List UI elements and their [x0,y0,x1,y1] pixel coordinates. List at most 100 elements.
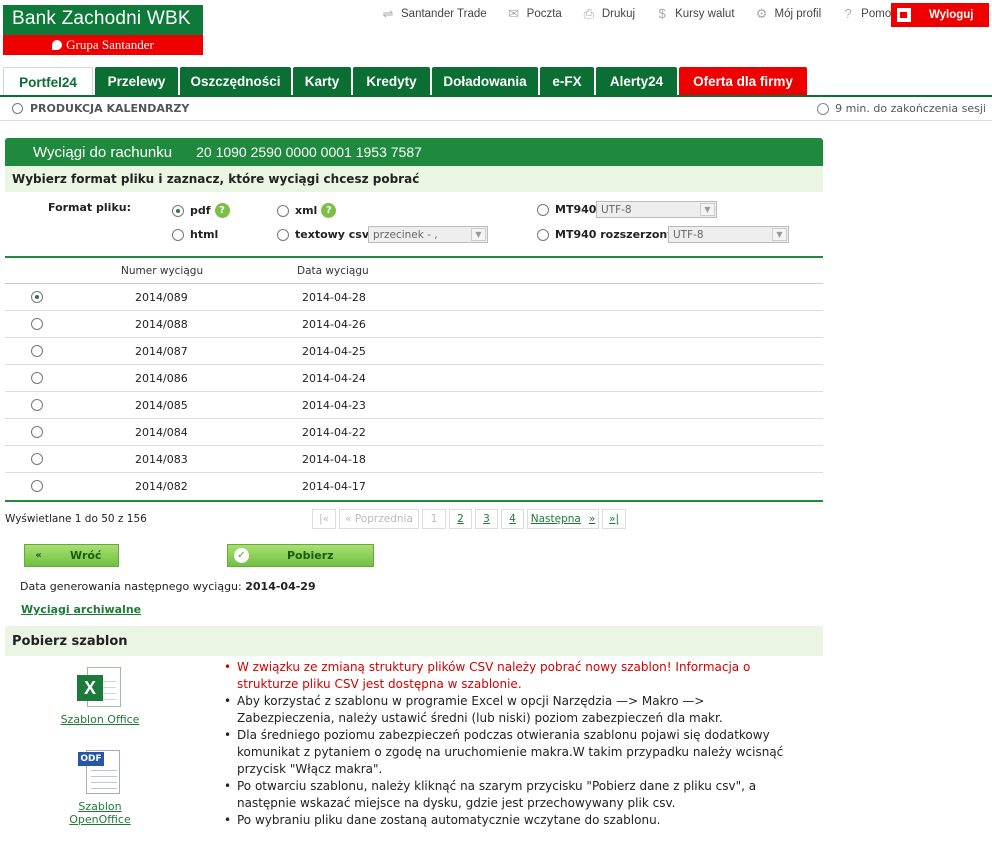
format-xml-option[interactable]: xml? [277,203,337,218]
help-icon[interactable]: ? [321,203,337,218]
row-radio[interactable] [31,426,43,438]
currency-link[interactable]: $ Kursy walut [654,7,734,20]
tab-doladowania[interactable]: Doładowania [432,67,538,96]
table-row[interactable]: 2014/087 2014-04-25 [5,338,823,365]
format-html-radio[interactable] [172,228,184,241]
openoffice-template-link[interactable]: ODF Szablon OpenOffice [48,748,152,826]
session-timer: 9 min. do zakończenia sesji [817,102,986,115]
chevron-down-icon: ▼ [700,203,715,216]
row-radio[interactable] [31,345,43,357]
row-radio[interactable] [31,372,43,384]
last-page-button[interactable]: »| [602,509,626,529]
statement-date: 2014-04-23 [302,399,366,412]
back-button[interactable]: «Wróć [24,544,119,567]
table-row[interactable]: 2014/083 2014-04-18 [5,446,823,473]
office-template-link[interactable]: X Szablon Office [60,665,140,726]
check-icon: ✓ [234,548,249,563]
format-xml-radio[interactable] [277,204,289,217]
pagination: |« « Poprzednia 1 2 3 4 Następna» »| [312,509,629,529]
panel-header: Wyciągi do rachunku 20 1090 2590 0000 00… [5,138,823,166]
format-csv-option[interactable]: textowy csv [277,228,369,241]
tab-kredyty[interactable]: Kredyty [353,67,430,96]
statement-number: 2014/085 [135,399,188,412]
format-mt940-radio[interactable] [537,203,549,216]
format-pdf-option[interactable]: pdf? [172,203,230,218]
format-mt940-option[interactable]: MT940 [537,203,596,216]
page-4[interactable]: 4 [501,509,524,529]
list-item: Dla średniego poziomu zabezpieczeń podcz… [223,727,798,778]
list-item: W związku ze zmianą struktury plików CSV… [223,659,798,693]
logout-button[interactable]: Wyloguj [891,3,989,27]
bank-logo[interactable]: Bank Zachodni WBK Grupa Santander [3,5,203,55]
list-item: Po otwarciu szablonu, należy kliknąć na … [223,778,798,812]
top-links: ⇌ Santander Trade ✉ Poczta ⎙ Drukuj $ Kursy … [380,7,916,20]
breadcrumb-bar: PRODUKCJA KALENDARZY 9 min. do zakończen… [0,97,992,121]
statement-date: 2014-04-26 [302,318,366,331]
table-row[interactable]: 2014/089 2014-04-28 [5,284,823,311]
format-pdf-radio[interactable] [172,204,184,217]
format-html-option[interactable]: html [172,228,218,241]
csv-separator-select[interactable]: przecinek - , ▼ [368,226,488,243]
help-link[interactable]: ? Pomoc [840,7,897,20]
row-radio[interactable] [31,318,43,330]
excel-icon: X [77,665,123,709]
envelope-icon: ✉ [508,6,520,21]
format-mt940ext-option[interactable]: MT940 rozszerzony [537,228,674,241]
print-link[interactable]: ⎙ Drukuj [581,7,635,20]
row-radio[interactable] [31,399,43,411]
format-label: Format pliku: [48,201,131,214]
santander-trade-link[interactable]: ⇌ Santander Trade [380,7,487,20]
tab-oszczednosci[interactable]: Oszczędności [180,67,291,96]
page-3[interactable]: 3 [475,509,498,529]
tab-oferta-dla-firmy[interactable]: Oferta dla firmy [679,67,807,96]
next-arrow-icon: » [588,513,596,525]
door-icon [897,8,911,22]
statement-number: 2014/089 [135,291,188,304]
page-1[interactable]: 1 [422,509,446,529]
row-radio[interactable] [31,291,43,303]
tab-alerty24[interactable]: Alerty24 [596,67,677,96]
mt940ext-encoding-select[interactable]: UTF-8 ▼ [668,226,789,243]
table-row[interactable]: 2014/086 2014-04-24 [5,365,823,392]
mt940-encoding-select[interactable]: UTF-8 ▼ [596,201,717,218]
tab-efx[interactable]: e-FX [540,67,594,96]
account-number: 20 1090 2590 0000 0001 1953 7587 [196,144,422,160]
mail-link[interactable]: ✉ Poczta [506,7,562,20]
profile-link[interactable]: ⚙ Mój profil [754,7,821,20]
help-icon: ? [844,6,852,21]
next-statement-date: Data generowania następnego wyciągu: 201… [20,580,316,593]
table-row[interactable]: 2014/084 2014-04-22 [5,419,823,446]
table-row[interactable]: 2014/088 2014-04-26 [5,311,823,338]
results-count: Wyświetlane 1 do 50 z 156 [5,513,147,525]
help-icon[interactable]: ? [214,203,230,218]
format-mt940ext-radio[interactable] [537,228,549,241]
table-header: Numer wyciągu Data wyciągu [5,258,823,284]
tab-przelewy[interactable]: Przelewy [95,67,178,96]
tab-karty[interactable]: Karty [293,67,351,96]
archive-statements-link[interactable]: Wyciągi archiwalne [21,603,141,616]
list-item: Po wybraniu pliku dane zostaną automatyc… [223,812,798,829]
panel-subtitle: Wybierz format pliku i zaznacz, które wy… [5,166,823,192]
next-page-button[interactable]: Następna» [527,509,599,529]
prev-page-button[interactable]: « Poprzednia [339,509,419,529]
table-row[interactable]: 2014/082 2014-04-17 [5,473,823,500]
first-page-button[interactable]: |« [312,509,336,529]
printer-icon: ⎙ [583,6,595,21]
tab-portfel24[interactable]: Portfel24 [3,67,93,96]
panel-title: Wyciągi do rachunku [33,143,173,161]
table-row[interactable]: 2014/085 2014-04-23 [5,392,823,419]
template-notes: W związku ze zmianą struktury plików CSV… [223,659,798,829]
statement-date: 2014-04-17 [302,480,366,493]
handshake-icon: ⇌ [382,6,394,21]
chevron-down-icon: ▼ [772,228,787,241]
format-csv-radio[interactable] [277,228,289,241]
row-radio[interactable] [31,453,43,465]
statement-date: 2014-04-24 [302,372,366,385]
statement-date: 2014-04-28 [302,291,366,304]
row-radio[interactable] [31,480,43,492]
currency-icon: $ [658,6,666,21]
list-item: Aby korzystać z szablonu w programie Exc… [223,693,798,727]
page-2[interactable]: 2 [449,509,472,529]
download-button[interactable]: ✓ Pobierz [227,544,374,567]
double-chevron-left-icon: « [35,550,42,561]
